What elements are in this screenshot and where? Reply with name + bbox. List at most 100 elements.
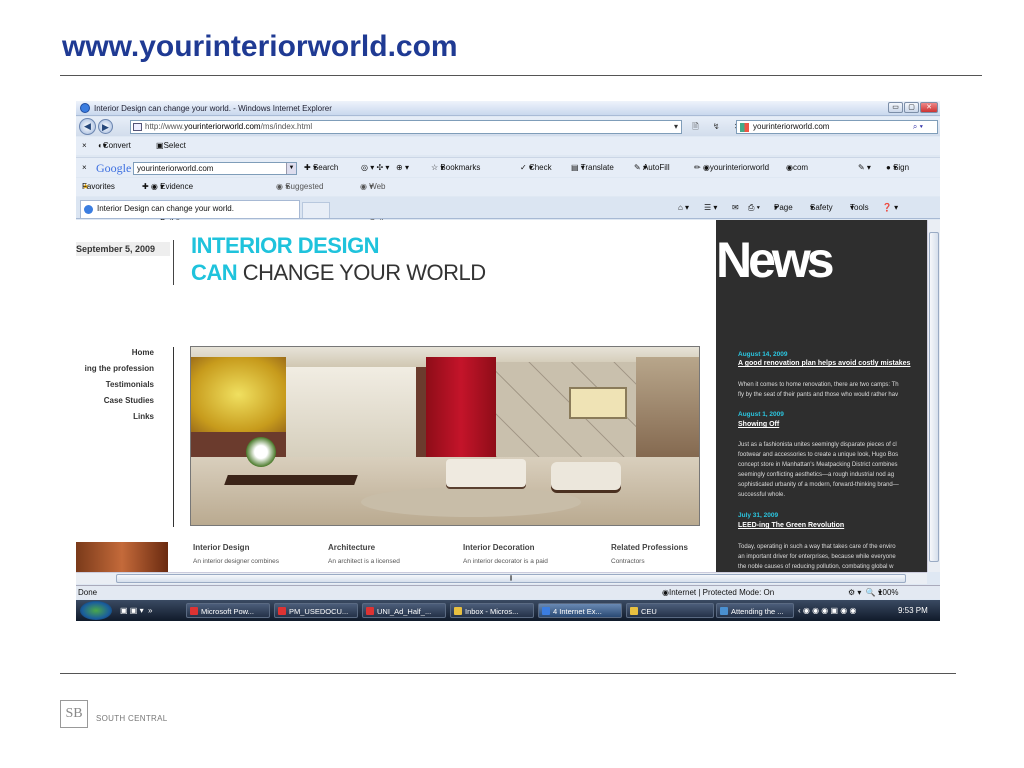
tab-bar: Interior Design can change your world. ⌂… bbox=[76, 197, 940, 219]
new-tab-button[interactable] bbox=[302, 202, 330, 218]
tools-menu[interactable]: Tools ▾ bbox=[850, 202, 869, 214]
google-logo: Google bbox=[96, 161, 132, 175]
news-date: July 31, 2009 bbox=[738, 512, 779, 519]
search-input[interactable]: yourinteriorworld.com bbox=[753, 122, 829, 131]
highlight-link-2[interactable]: ◉ com bbox=[786, 158, 808, 178]
highlight-link-1[interactable]: ✏ ◉ yourinteriorworld bbox=[694, 158, 769, 178]
bookmarks-button[interactable]: ☆ Bookmarks ▾ bbox=[431, 158, 480, 178]
close-button[interactable]: ✕ bbox=[920, 102, 938, 113]
column-heading[interactable]: Interior Design bbox=[193, 543, 323, 552]
news-headline[interactable]: LEED-ing The Green Revolution bbox=[738, 522, 844, 529]
task-ceu[interactable]: CEU bbox=[626, 603, 714, 618]
news-body: successful whole. bbox=[738, 492, 786, 498]
ie-tab-icon bbox=[84, 205, 93, 214]
favorites-bar: ★ Favorites ✚ ◉ Evidence Based Building … bbox=[76, 178, 940, 245]
system-tray-icons[interactable]: ‹ ◉ ◉ ◉ ▣ ◉ ◉ bbox=[798, 600, 856, 621]
url-path: /ms/index.html bbox=[260, 122, 313, 131]
window-title: Interior Design can change your world. -… bbox=[94, 104, 332, 113]
column-heading[interactable]: Architecture bbox=[328, 543, 458, 552]
column-body: An interior decorator is a paid bbox=[463, 558, 548, 565]
horizontal-scrollbar[interactable]: ⫼ bbox=[76, 572, 927, 584]
nav-profession[interactable]: ing the profession bbox=[76, 363, 154, 379]
scroll-thumb[interactable]: ⫼ bbox=[116, 574, 906, 583]
task-attending[interactable]: Attending the ... bbox=[716, 603, 794, 618]
news-body: footwear and accessories to create a uni… bbox=[738, 452, 899, 458]
news-body: concept store in Manhattan's Meatpacking… bbox=[738, 462, 898, 468]
translate-button[interactable]: ▤ Translate ▾ bbox=[571, 158, 614, 178]
close-toolbar-icon[interactable]: × bbox=[82, 137, 87, 155]
scroll-thumb[interactable] bbox=[929, 232, 939, 562]
close-google-bar-icon[interactable]: × bbox=[82, 158, 87, 178]
nav-case-studies[interactable]: Case Studies bbox=[76, 395, 154, 411]
address-bar: ◀ ▶ http://www.yourinteriorworld.com/ms/… bbox=[76, 117, 940, 136]
column-body: An interior designer combines bbox=[193, 558, 279, 565]
forward-button[interactable]: ▶ bbox=[98, 119, 113, 134]
column-heading[interactable]: Interior Decoration bbox=[463, 543, 593, 552]
convert-button[interactable]: ◐ Convert ▾ bbox=[98, 137, 131, 155]
status-bar: Done ◉ Internet | Protected Mode: On ⚙ ▾… bbox=[76, 585, 940, 599]
spellcheck-button[interactable]: ✓ Check ▾ bbox=[520, 158, 552, 178]
nav-divider bbox=[173, 347, 174, 527]
url-domain: yourinteriorworld.com bbox=[184, 122, 261, 131]
mail-icon[interactable]: ✉ bbox=[732, 202, 739, 214]
photo-artwork bbox=[569, 387, 627, 419]
help-icon[interactable]: ❓ ▾ bbox=[882, 202, 898, 214]
google-search-input[interactable]: yourinteriorworld.com ▼ bbox=[133, 162, 297, 175]
bottom-thumbnail bbox=[76, 542, 168, 572]
news-body: Just as a fashionista unites seemingly d… bbox=[738, 442, 897, 448]
feeds-icon[interactable]: ☰ ▾ bbox=[704, 202, 717, 214]
task-powerpoint[interactable]: Microsoft Pow... bbox=[186, 603, 270, 618]
news-headline[interactable]: Showing Off bbox=[738, 421, 779, 428]
favorite-link-2[interactable]: ◉ Suggested Sites ▾ bbox=[276, 178, 323, 209]
wrench-icon[interactable]: ✎ ▾ bbox=[858, 158, 871, 178]
hero-line-2: CAN CHANGE YOUR WORLD bbox=[191, 260, 486, 285]
back-button[interactable]: ◀ bbox=[79, 118, 96, 135]
photo-coffee-table bbox=[224, 475, 358, 485]
status-text: Done bbox=[78, 588, 98, 597]
photo-wall bbox=[286, 367, 416, 457]
print-icon[interactable]: ⎙ ▾ bbox=[748, 202, 760, 214]
task-uni-ad[interactable]: UNI_Ad_Half_... bbox=[362, 603, 446, 618]
search-box[interactable]: yourinteriorworld.com ⌕ ▾ bbox=[736, 120, 938, 134]
nav-testimonials[interactable]: Testimonials bbox=[76, 379, 154, 395]
vertical-scrollbar[interactable] bbox=[927, 220, 940, 572]
quicklaunch-icons[interactable]: ▣ ▣ ▾ » bbox=[120, 600, 152, 621]
favorite-link-1[interactable]: ✚ ◉ Evidence Based Building ... ▾ bbox=[142, 178, 193, 245]
site-nav: Home ing the profession Testimonials Cas… bbox=[76, 347, 154, 427]
task-inbox[interactable]: Inbox - Micros... bbox=[450, 603, 534, 618]
minimize-button[interactable]: ▭ bbox=[888, 102, 903, 113]
favorite-link-3[interactable]: ◉ Web Slice Gallery ▾ bbox=[360, 178, 395, 227]
footer-logo: SB bbox=[60, 700, 88, 728]
news-body: Today, operating in such a way that take… bbox=[738, 544, 896, 550]
slide-title: www.yourinteriorworld.com bbox=[62, 30, 458, 63]
task-internet-explorer[interactable]: 4 Internet Ex... bbox=[538, 603, 622, 618]
hero-photo bbox=[190, 346, 700, 526]
zoom-control[interactable]: ⚙ ▾ 🔍 100% ▾ bbox=[848, 586, 899, 600]
news-body: fly by the seat of their pants and those… bbox=[738, 392, 899, 398]
news-panel: News August 14, 2009 A good renovation p… bbox=[716, 220, 927, 572]
nav-links[interactable]: Links bbox=[76, 411, 154, 427]
search-icon[interactable]: ⌕ ▾ bbox=[913, 121, 923, 133]
page-menu[interactable]: Page ▾ bbox=[774, 202, 793, 214]
news-body: an important driver for enterprises, bec… bbox=[738, 554, 896, 560]
safety-menu[interactable]: Safety ▾ bbox=[810, 202, 833, 214]
google-search-button[interactable]: ✚ Search ▾ bbox=[304, 158, 338, 178]
toolbar-icons[interactable]: ◎ ▾ ✣ ▾ ⊕ ▾ bbox=[361, 158, 409, 178]
news-headline[interactable]: A good renovation plan helps avoid costl… bbox=[738, 360, 910, 367]
autofill-button[interactable]: ✎ AutoFill ▾ bbox=[634, 158, 670, 178]
ie-icon bbox=[80, 103, 90, 113]
nav-home[interactable]: Home bbox=[76, 347, 154, 363]
task-pm-usedocu[interactable]: PM_USEDOCU... bbox=[274, 603, 358, 618]
url-field[interactable]: http://www.yourinteriorworld.com/ms/inde… bbox=[130, 120, 682, 134]
chevron-down-icon[interactable]: ▼ bbox=[286, 163, 296, 174]
browser-screenshot: Interior Design can change your world. -… bbox=[76, 101, 940, 621]
header-divider bbox=[173, 240, 174, 285]
page-date: September 5, 2009 bbox=[76, 242, 170, 256]
sign-in-button[interactable]: ● Sign In ▾ bbox=[886, 158, 909, 192]
start-button[interactable] bbox=[80, 601, 112, 620]
maximize-button[interactable]: ▢ bbox=[904, 102, 919, 113]
home-icon[interactable]: ⌂ ▾ bbox=[678, 202, 689, 214]
command-bar: × ◐ Convert ▾ ▣ Select bbox=[76, 137, 940, 155]
tab-active[interactable]: Interior Design can change your world. bbox=[80, 200, 300, 218]
select-button[interactable]: ▣ Select bbox=[156, 137, 186, 155]
